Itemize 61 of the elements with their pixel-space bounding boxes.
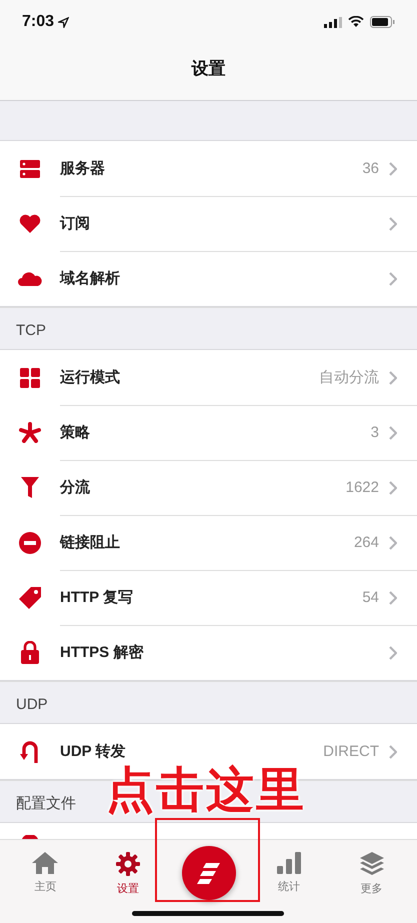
chevron-icon: [389, 480, 397, 494]
row-label: 分流: [60, 478, 90, 497]
row-value: 1622: [346, 479, 379, 496]
tab[interactable]: 统计: [248, 840, 330, 923]
settings-row[interactable]: 域名解析: [0, 251, 417, 306]
chevron-icon: [389, 272, 397, 286]
chevron-icon: [389, 536, 397, 550]
cloud-icon: [18, 271, 42, 286]
chevron-icon: [389, 216, 397, 230]
no-entry-icon: [19, 532, 41, 554]
row-label: UDP 转发: [60, 742, 126, 761]
server-icon: [20, 160, 40, 178]
chevron-icon: [389, 590, 397, 604]
gear-icon: [116, 852, 140, 876]
row-label: 策略: [60, 423, 90, 442]
grid-icon: [20, 368, 40, 388]
battery-icon: [370, 16, 395, 28]
asterisk-icon: [19, 422, 41, 443]
settings-row[interactable]: 策略 3: [0, 405, 417, 460]
center-action-button[interactable]: [182, 846, 236, 900]
bar-chart-icon: [276, 852, 301, 874]
row-value: 264: [354, 534, 379, 551]
row-value: 3: [370, 424, 379, 441]
settings-row[interactable]: 服务器 36: [0, 141, 417, 196]
settings-row[interactable]: 订阅: [0, 196, 417, 251]
funnel-icon: [21, 477, 39, 498]
stripes-icon: [196, 860, 222, 886]
settings-row[interactable]: 分流 1622: [0, 460, 417, 515]
tag-icon: [19, 586, 41, 608]
row-label: 服务器: [60, 159, 105, 178]
row-label: 订阅: [60, 214, 90, 233]
chevron-icon: [389, 162, 397, 176]
u-turn-arrow-icon: [20, 740, 40, 762]
row-label: 运行模式: [60, 368, 120, 387]
row-label: HTTP 复写: [60, 588, 134, 607]
signal-icon: [324, 16, 342, 28]
status-time: 7:03: [22, 13, 54, 31]
settings-row[interactable]: HTTPS 解密: [0, 625, 417, 680]
settings-row[interactable]: 链接阻止 264: [0, 515, 417, 570]
home-icon: [32, 852, 58, 874]
heart-icon: [19, 214, 41, 233]
row-value: 自动分流: [319, 368, 379, 387]
tab[interactable]: 主页: [4, 840, 87, 923]
tab[interactable]: 更多: [330, 840, 413, 923]
chevron-icon: [389, 646, 397, 660]
layers-icon: [360, 852, 384, 876]
location-arrow-icon: [58, 16, 70, 28]
row-label: 域名解析: [60, 269, 120, 288]
chevron-icon: [389, 744, 397, 758]
wifi-icon: [348, 16, 364, 28]
row-value: 54: [362, 589, 379, 606]
lock-icon: [21, 641, 39, 664]
page-title: 设置: [192, 58, 226, 80]
row-value: 36: [362, 160, 379, 177]
chevron-icon: [389, 370, 397, 384]
chevron-icon: [389, 426, 397, 440]
settings-row[interactable]: 运行模式 自动分流: [0, 350, 417, 405]
row-value: DIRECT: [323, 743, 379, 760]
row-label: HTTPS 解密: [60, 643, 144, 662]
row-label: 链接阻止: [60, 533, 120, 552]
settings-row[interactable]: HTTP 复写 54: [0, 570, 417, 625]
